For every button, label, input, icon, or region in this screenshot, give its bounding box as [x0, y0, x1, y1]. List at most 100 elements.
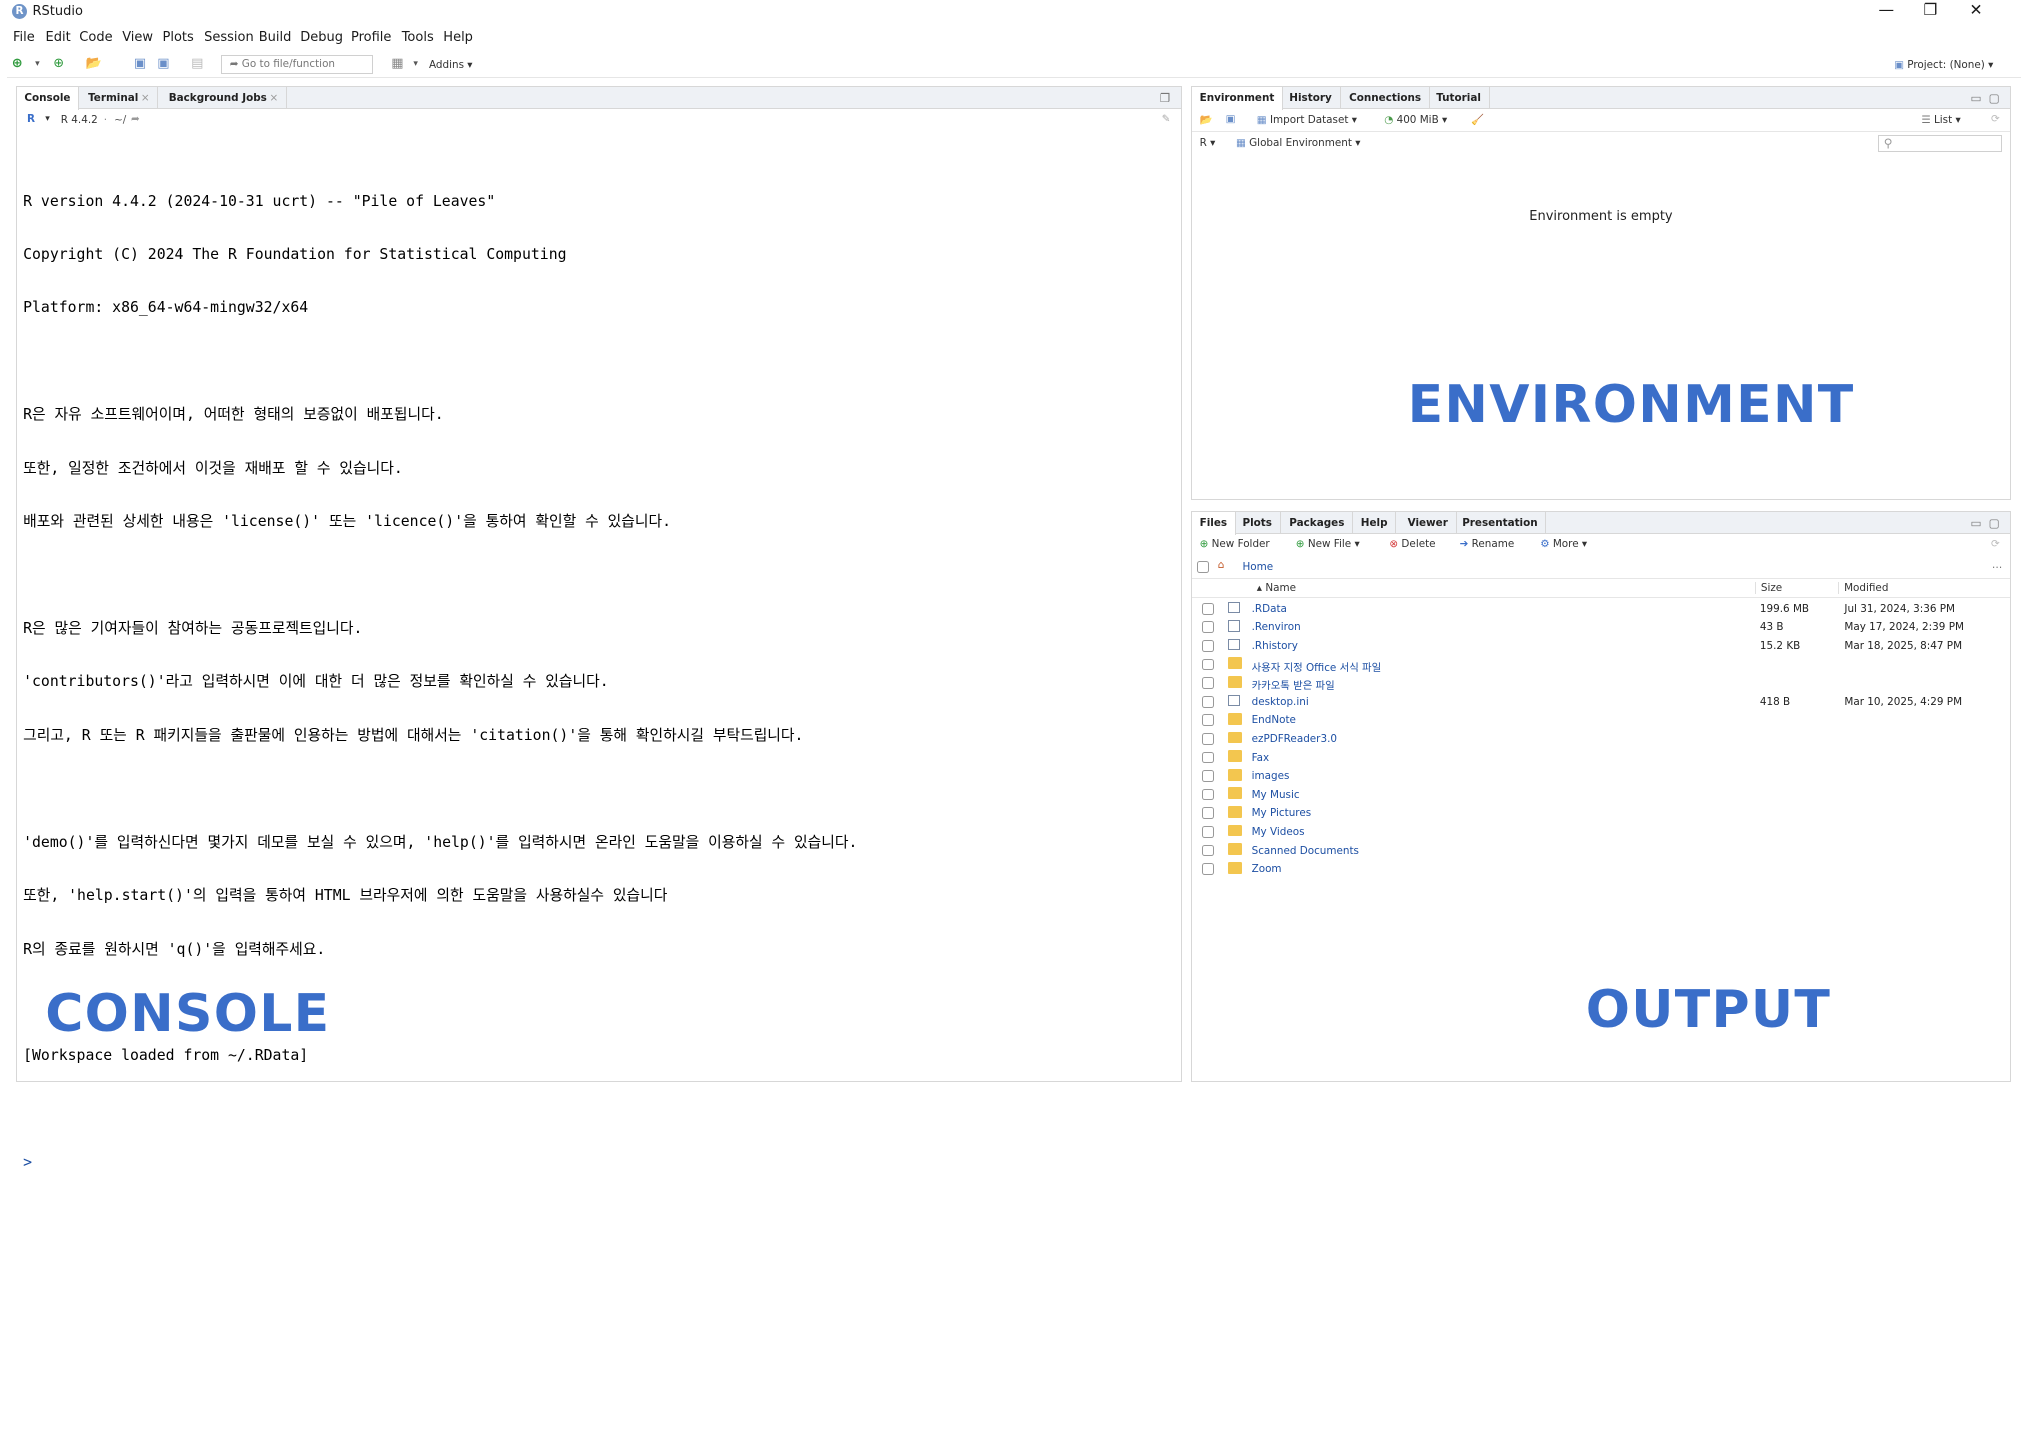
file-row[interactable]: images: [1192, 768, 2010, 787]
tab-viewer[interactable]: Viewer: [1400, 511, 1457, 534]
r-version-chevron-icon[interactable]: ▾: [45, 114, 50, 124]
broom-icon[interactable]: ✎: [1162, 113, 1171, 125]
save-icon[interactable]: ▣: [134, 56, 146, 71]
maximize-pane-icon[interactable]: ▢: [1989, 516, 2000, 530]
delete-button[interactable]: ⊗ Delete: [1389, 538, 1435, 550]
file-checkbox[interactable]: [1202, 733, 1214, 745]
more-button[interactable]: ⚙ More ▾: [1540, 538, 1587, 550]
close-icon[interactable]: ×: [269, 92, 278, 104]
file-checkbox[interactable]: [1202, 658, 1214, 671]
file-checkbox[interactable]: [1202, 695, 1214, 708]
new-folder-button[interactable]: ⊕ New Folder: [1200, 538, 1270, 550]
menu-view[interactable]: View: [122, 30, 153, 45]
file-name[interactable]: .Renviron: [1252, 621, 1301, 633]
file-name[interactable]: desktop.ini: [1252, 696, 1309, 708]
menu-debug[interactable]: Debug: [300, 30, 343, 45]
select-all-checkbox[interactable]: [1196, 561, 1209, 573]
console-prompt[interactable]: >: [23, 1154, 1174, 1172]
file-row[interactable]: Scanned Documents: [1192, 842, 2010, 861]
file-checkbox[interactable]: [1202, 714, 1214, 727]
column-header-name[interactable]: ▴ Name: [1257, 582, 1296, 594]
tab-environment[interactable]: Environment: [1191, 86, 1284, 111]
tab-packages[interactable]: Packages: [1281, 511, 1354, 534]
file-row[interactable]: desktop.ini 418 B Mar 10, 2025, 4:29 PM: [1192, 693, 2010, 712]
project-menu[interactable]: ▣ Project: (None) ▾: [1894, 59, 1993, 71]
language-select[interactable]: R ▾: [1200, 137, 1216, 149]
tab-help[interactable]: Help: [1353, 511, 1397, 534]
file-name[interactable]: ezPDFReader3.0: [1252, 733, 1337, 745]
menu-code[interactable]: Code: [79, 30, 112, 45]
file-name[interactable]: Zoom: [1252, 863, 1282, 875]
tab-files[interactable]: Files: [1191, 511, 1236, 536]
menu-build[interactable]: Build: [259, 30, 292, 45]
column-header-modified[interactable]: Modified: [1837, 582, 1888, 595]
minimize-pane-icon[interactable]: ▭: [1970, 91, 1981, 105]
file-row[interactable]: 카카오톡 받은 파일: [1192, 675, 2010, 694]
file-name[interactable]: My Pictures: [1252, 807, 1312, 819]
grid-chevron-icon[interactable]: ▾: [413, 59, 418, 69]
menu-tools[interactable]: Tools: [402, 30, 434, 45]
file-checkbox[interactable]: [1202, 825, 1214, 838]
tab-tutorial[interactable]: Tutorial: [1428, 86, 1490, 109]
file-row[interactable]: .Renviron 43 B May 17, 2024, 2:39 PM: [1192, 619, 2010, 638]
menu-help[interactable]: Help: [443, 30, 473, 45]
file-row[interactable]: My Videos: [1192, 823, 2010, 842]
tab-connections[interactable]: Connections: [1341, 86, 1430, 109]
grid-icon[interactable]: ▦: [391, 56, 403, 71]
file-checkbox[interactable]: [1202, 788, 1214, 801]
file-checkbox[interactable]: [1202, 677, 1214, 689]
file-checkbox[interactable]: [1202, 807, 1214, 820]
restore-pane-icon[interactable]: ❐: [1160, 91, 1170, 105]
file-row[interactable]: 사용자 지정 Office 서식 파일: [1192, 656, 2010, 675]
file-name[interactable]: Scanned Documents: [1252, 845, 1359, 857]
file-name[interactable]: EndNote: [1252, 714, 1296, 726]
file-name[interactable]: My Videos: [1252, 826, 1305, 838]
menu-profile[interactable]: Profile: [351, 30, 391, 45]
go-to-file-input[interactable]: ➦ Go to file/function: [220, 54, 374, 75]
environment-search-input[interactable]: ⚲: [1877, 134, 2003, 152]
maximize-pane-icon[interactable]: ▢: [1989, 91, 2000, 105]
file-checkbox[interactable]: [1202, 602, 1214, 615]
column-header-size[interactable]: Size: [1754, 582, 1782, 595]
file-row[interactable]: Fax: [1192, 749, 2010, 768]
new-project-icon[interactable]: ⊕: [53, 56, 64, 71]
view-mode-select[interactable]: ☰ List ▾: [1921, 114, 1960, 126]
file-checkbox[interactable]: [1202, 751, 1214, 764]
minimize-pane-icon[interactable]: ▭: [1970, 516, 1981, 530]
addins-button[interactable]: Addins ▾: [429, 59, 473, 71]
menu-edit[interactable]: Edit: [46, 30, 71, 45]
file-name[interactable]: .Rhistory: [1252, 640, 1298, 652]
menu-file[interactable]: File: [13, 30, 35, 45]
file-row[interactable]: My Pictures: [1192, 805, 2010, 824]
file-row[interactable]: ezPDFReader3.0: [1192, 730, 2010, 749]
file-name[interactable]: images: [1252, 770, 1290, 782]
breadcrumb-home[interactable]: Home: [1242, 561, 1273, 573]
new-file-button[interactable]: ⊕ New File ▾: [1296, 538, 1360, 550]
file-checkbox[interactable]: [1202, 621, 1214, 634]
tab-plots[interactable]: Plots: [1235, 511, 1281, 534]
scope-select[interactable]: ▦ Global Environment ▾: [1236, 137, 1360, 149]
file-checkbox[interactable]: [1202, 844, 1214, 857]
memory-usage-button[interactable]: ◔ 400 MiB ▾: [1384, 114, 1447, 126]
save-all-icon[interactable]: ▣: [157, 56, 169, 71]
tab-history[interactable]: History: [1281, 86, 1341, 109]
tab-background-jobs[interactable]: Background Jobs ×: [161, 86, 287, 109]
file-name[interactable]: 사용자 지정 Office 서식 파일: [1252, 659, 1382, 674]
file-row[interactable]: .RData 199.6 MB Jul 31, 2024, 3:36 PM: [1192, 600, 2010, 619]
import-dataset-button[interactable]: ▦ Import Dataset ▾: [1257, 114, 1357, 126]
go-to-dir-icon[interactable]: ➦: [131, 113, 140, 125]
file-checkbox[interactable]: [1202, 770, 1214, 782]
menu-plots[interactable]: Plots: [163, 30, 194, 45]
tab-presentation[interactable]: Presentation: [1454, 511, 1547, 534]
tab-terminal[interactable]: Terminal ×: [80, 86, 159, 109]
open-file-icon[interactable]: 📂: [86, 56, 102, 71]
save-workspace-icon[interactable]: ▣: [1226, 113, 1236, 125]
file-name[interactable]: My Music: [1252, 789, 1300, 801]
chevron-down-icon[interactable]: ▾: [35, 59, 40, 69]
menu-session[interactable]: Session: [204, 30, 254, 45]
clear-workspace-icon[interactable]: 🧹: [1471, 113, 1484, 126]
more-path-icon[interactable]: …: [1992, 559, 2002, 571]
console-output[interactable]: R version 4.4.2 (2024-10-31 ucrt) -- "Pi…: [23, 157, 1174, 1208]
close-button[interactable]: ✕: [1963, 1, 1989, 19]
file-name[interactable]: .RData: [1252, 603, 1287, 615]
